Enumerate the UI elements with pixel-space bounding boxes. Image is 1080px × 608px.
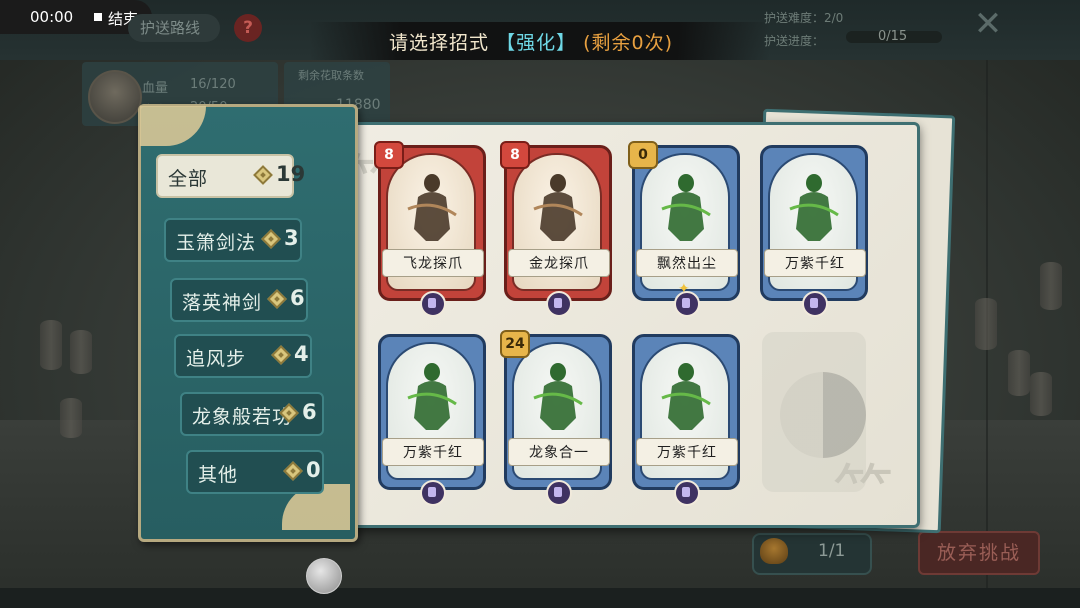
card-name-scroll: 万紫千红 <box>636 438 738 466</box>
skill-card[interactable]: 万紫千红 <box>378 334 486 506</box>
background-pillar <box>60 398 82 438</box>
coin-icon <box>253 165 273 185</box>
background-pillar <box>40 320 62 370</box>
remaining-label: 剩余花取条数 <box>298 69 364 82</box>
skill-card[interactable]: 金龙探爪 8 <box>500 141 612 317</box>
card-name-scroll: 金龙探爪 <box>508 249 610 277</box>
card-name: 万紫千红 <box>785 256 845 272</box>
bag-icon <box>760 538 788 564</box>
bag-count: 1/1 <box>818 541 846 561</box>
card-name-scroll: 龙象合一 <box>508 438 610 466</box>
give-up-button[interactable]: 放弃挑战 <box>918 531 1040 575</box>
category-tab-2[interactable]: 落英神剑 6 <box>170 278 308 322</box>
coin-icon <box>267 289 287 309</box>
card-cost: 8 <box>374 141 404 169</box>
ability-icon <box>420 480 446 506</box>
hp-value: 16/120 <box>190 77 236 92</box>
ability-icon <box>802 291 828 317</box>
card-name: 万紫千红 <box>657 445 717 461</box>
card-name-scroll: 飞龙探爪 <box>382 249 484 277</box>
card-name: 万紫千红 <box>403 445 463 461</box>
help-icon[interactable]: ? <box>234 14 262 42</box>
category-label: 追风步 <box>186 348 247 370</box>
upgrade-icon: ✦ <box>678 281 690 297</box>
card-name-scroll: 飘然出尘 <box>636 249 738 277</box>
hp-label: 血量 <box>142 81 169 96</box>
escort-difficulty: 护送难度：2/0 <box>764 11 844 25</box>
skill-card[interactable]: 飘然出尘 0 ✦ <box>628 141 740 317</box>
category-tab-0[interactable]: 全部 19 <box>156 154 305 198</box>
card-name: 飘然出尘 <box>657 256 717 272</box>
card-name: 飞龙探爪 <box>403 256 463 272</box>
stop-icon[interactable] <box>94 13 102 21</box>
background-pillar <box>975 298 997 350</box>
close-icon[interactable]: ✕ <box>970 6 1006 42</box>
category-tab-3[interactable]: 追风步 4 <box>174 334 312 378</box>
prompt-mode: 【强化】 <box>496 32 577 54</box>
card-cost: 24 <box>500 330 530 358</box>
category-count: 3 <box>284 226 299 250</box>
game-screen: 00:00 结束 护送路线 ? 护送难度：2/0 护送进度： 0/15 ✕ 血量… <box>0 0 1080 608</box>
escort-progress-label: 护送进度： <box>764 34 825 48</box>
ability-icon <box>674 480 700 506</box>
card-art-figure <box>533 363 583 430</box>
coin-icon <box>283 461 303 481</box>
skill-card[interactable]: 万紫千红 <box>760 145 868 317</box>
sword-slash-icon <box>420 291 446 317</box>
category-tab-1[interactable]: 玉箫剑法 3 <box>164 218 302 262</box>
skill-card[interactable]: 飞龙探爪 8 <box>374 141 486 317</box>
category-tab-5[interactable]: 其他 0 <box>186 450 324 494</box>
background-pillar <box>1008 350 1030 396</box>
category-count: 6 <box>290 286 305 310</box>
card-name-scroll: 万紫千红 <box>382 438 484 466</box>
bottom-bar <box>0 588 1080 608</box>
ability-icon <box>546 480 572 506</box>
background-pillar <box>70 330 92 374</box>
category-label: 全部 <box>168 168 209 190</box>
prompt-remaining: (剩余0次) <box>583 32 674 54</box>
escort-progress-text: 0/15 <box>878 29 908 44</box>
prompt-main: 请选择招式 <box>389 32 490 54</box>
category-label: 落英神剑 <box>182 292 263 314</box>
yin-yang-icon <box>780 372 866 458</box>
category-tab-4[interactable]: 龙象般若功 6 <box>180 392 324 436</box>
category-count: 0 <box>306 458 321 482</box>
avatar[interactable] <box>88 70 142 124</box>
joystick-handle[interactable] <box>306 558 342 594</box>
card-name: 金龙探爪 <box>529 256 589 272</box>
sword-slash-icon <box>546 291 572 317</box>
background-pillar <box>1040 262 1062 310</box>
category-count: 19 <box>276 162 306 186</box>
category-label: 龙象般若功 <box>192 406 293 428</box>
category-count: 6 <box>302 400 317 424</box>
coin-icon <box>261 229 281 249</box>
card-cost: 0 <box>628 141 658 169</box>
card-art-figure <box>661 363 711 430</box>
recording-time: 00:00 <box>30 8 74 26</box>
card-name: 龙象合一 <box>529 445 589 461</box>
coin-icon <box>271 345 291 365</box>
route-button[interactable]: 护送路线 <box>128 14 220 42</box>
card-cost: 8 <box>500 141 530 169</box>
card-art-figure <box>533 174 583 241</box>
card-art-figure <box>661 174 711 241</box>
category-label: 玉箫剑法 <box>176 232 257 254</box>
card-name-scroll: 万紫千红 <box>764 249 866 277</box>
skill-card[interactable]: 万紫千红 <box>632 334 740 506</box>
skill-card[interactable]: 龙象合一 24 <box>500 330 612 506</box>
card-art-figure <box>407 363 457 430</box>
category-count: 4 <box>294 342 309 366</box>
card-art-figure <box>407 174 457 241</box>
category-label: 其他 <box>198 464 239 486</box>
card-art-figure <box>789 174 839 241</box>
background-pillar <box>1030 372 1052 416</box>
prompt-text: 请选择招式 【强化】 (剩余0次) <box>389 28 673 55</box>
